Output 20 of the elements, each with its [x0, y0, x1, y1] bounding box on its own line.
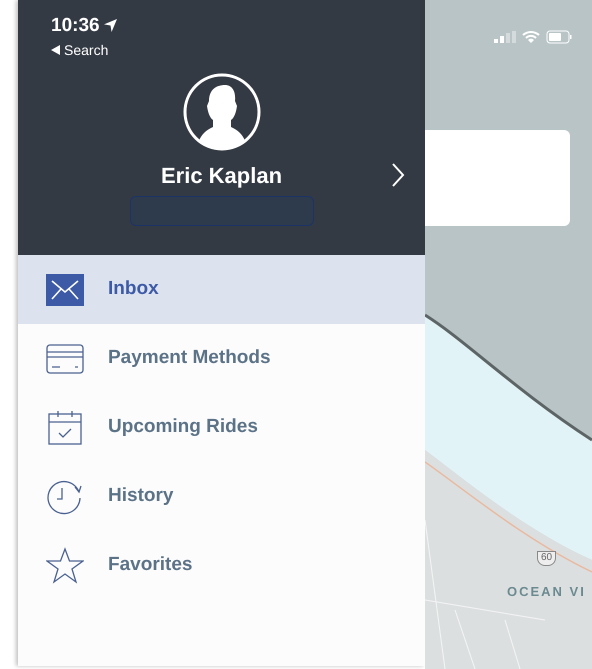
- back-triangle-icon: [51, 45, 60, 55]
- menu-item[interactable]: Upcoming Rides: [18, 393, 425, 462]
- avatar-silhouette-icon: [182, 73, 260, 151]
- map-label: OCEAN VI: [506, 582, 587, 600]
- menu-item[interactable]: Payment Methods: [18, 324, 425, 393]
- calendar-check-icon: [46, 408, 84, 446]
- wifi-icon: [522, 30, 540, 44]
- back-link[interactable]: Search: [51, 43, 108, 57]
- profile-name: Eric Kaplan: [160, 165, 282, 187]
- route-shield: 60: [537, 551, 556, 566]
- menu-item[interactable]: Inbox: [18, 255, 425, 324]
- signal-icon: [494, 31, 516, 43]
- menu-item[interactable]: Favorites: [18, 531, 425, 600]
- status-time: 10:36: [51, 16, 100, 35]
- location-arrow-icon: [104, 19, 117, 32]
- battery-icon: [546, 30, 572, 44]
- chevron-right-icon[interactable]: [391, 162, 405, 188]
- star-icon: [46, 546, 84, 584]
- envelope-icon: [46, 274, 84, 306]
- menu-item[interactable]: History: [18, 462, 425, 531]
